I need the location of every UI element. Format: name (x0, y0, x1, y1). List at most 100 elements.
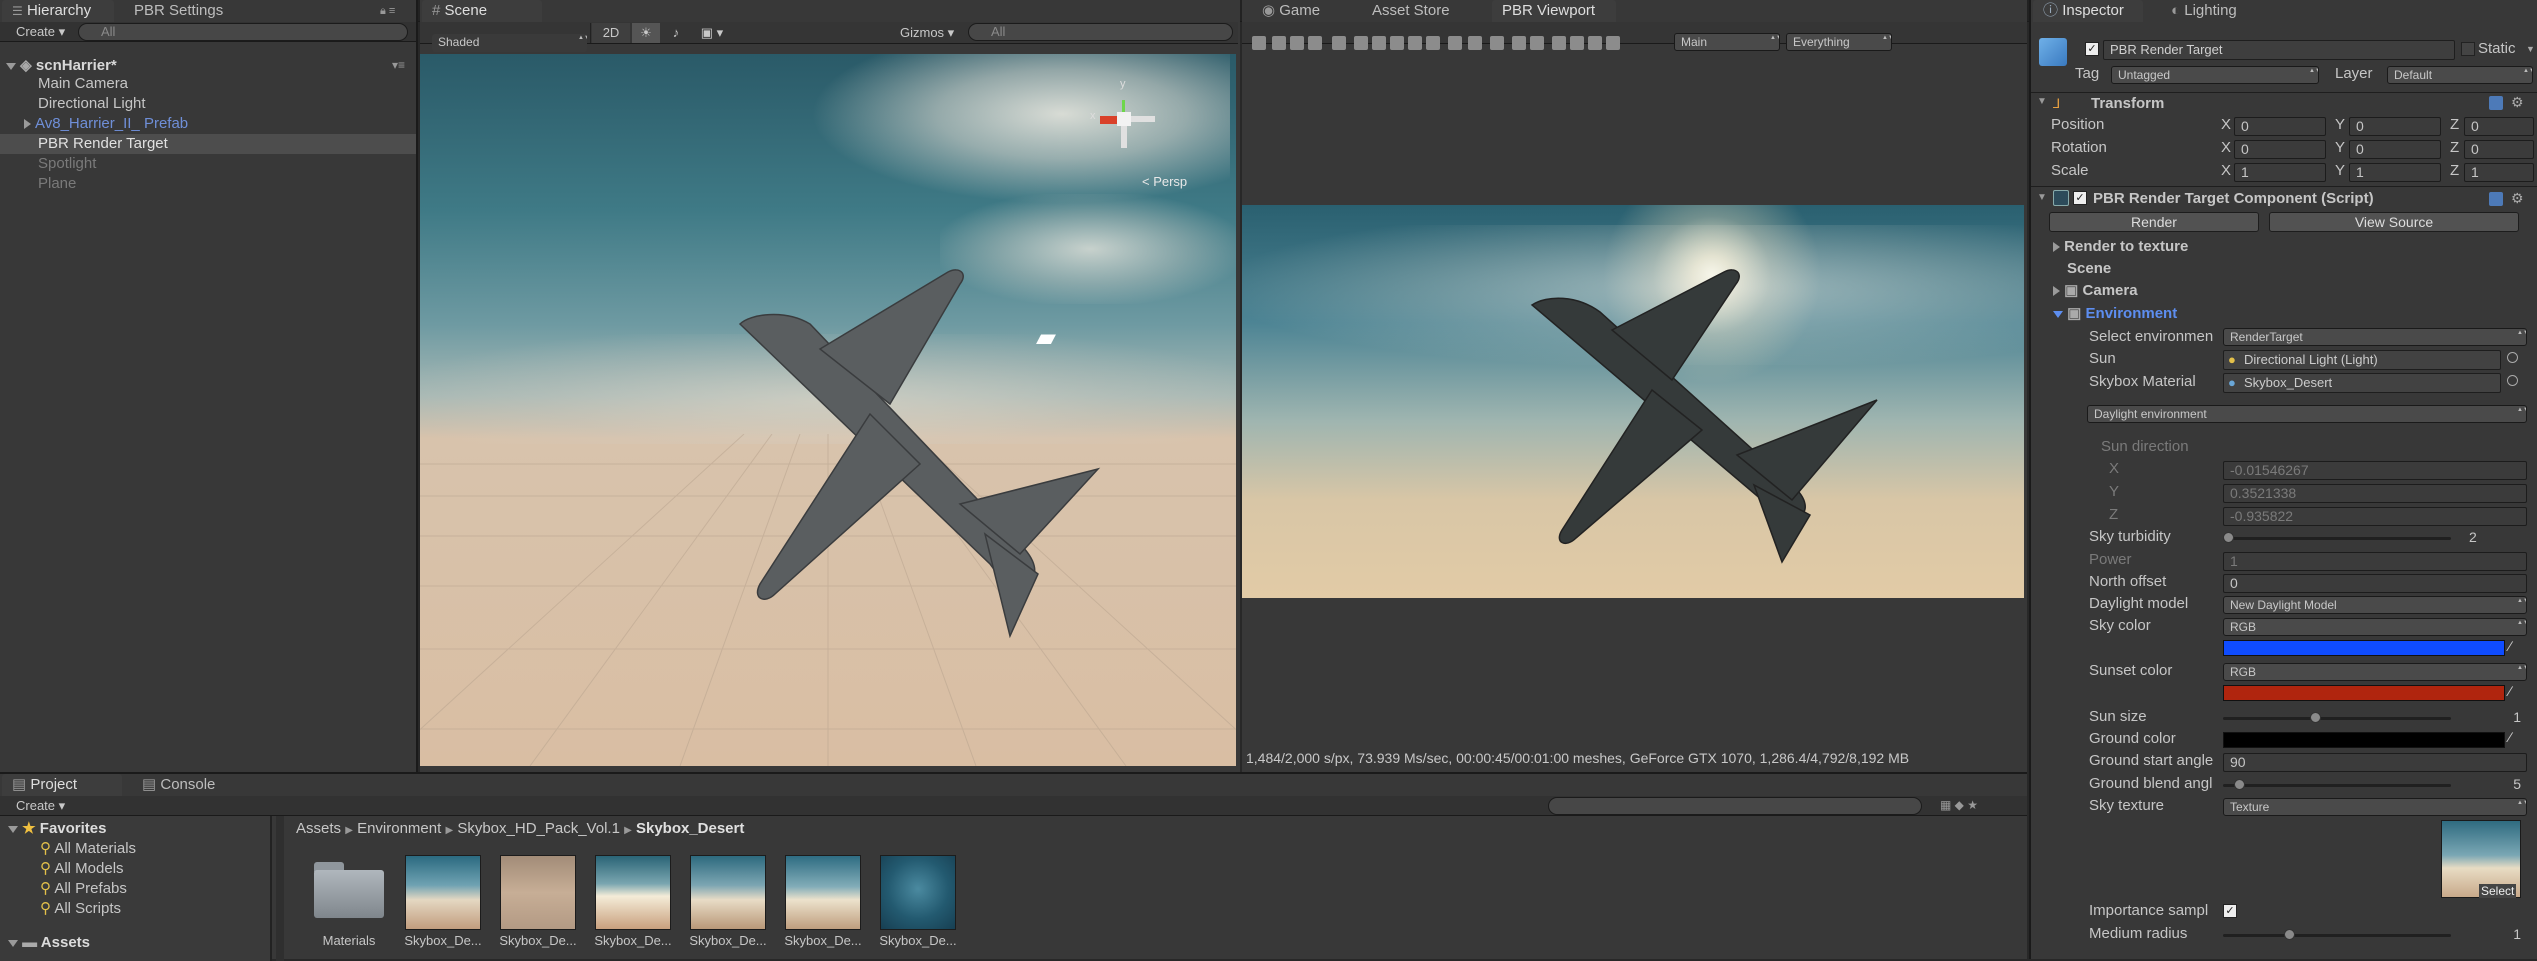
tab-lighting[interactable]: ◐ Lighting (2161, 0, 2247, 22)
tab-asset-store[interactable]: Asset Store (1362, 0, 1460, 22)
breadcrumb-pack[interactable]: Skybox_HD_Pack_Vol.1 (457, 820, 620, 837)
stop-icon[interactable] (1252, 36, 1266, 50)
ground-start-angle-field[interactable]: 90 (2223, 753, 2527, 772)
layer-dropdown[interactable]: Default (2387, 66, 2533, 84)
asset-label[interactable]: Skybox_De... (877, 933, 959, 948)
tab-inspector[interactable]: ⓘ Inspector (2033, 0, 2143, 22)
help-icon[interactable] (2489, 96, 2503, 110)
wrench-icon[interactable] (1606, 36, 1620, 50)
assets-foldout[interactable]: ▬ Assets (8, 932, 90, 954)
north-offset-field[interactable]: 0 (2223, 574, 2527, 593)
object-picker-icon[interactable] (2507, 352, 2518, 363)
asset-label[interactable]: Skybox_De... (592, 933, 674, 948)
render-button[interactable]: Render (2049, 212, 2259, 232)
color-icon[interactable] (1372, 36, 1386, 50)
collapse-icon[interactable]: ▼ (2037, 192, 2047, 203)
rotation-y-field[interactable]: 0 (2349, 140, 2441, 159)
hierarchy-item-directional-light[interactable]: Directional Light (38, 94, 146, 114)
tab-pbr-viewport[interactable]: PBR Viewport (1492, 0, 1616, 22)
2d-toggle[interactable]: 2D (592, 23, 630, 43)
hierarchy-item-plane[interactable]: Plane (38, 174, 76, 194)
scene-viewport[interactable]: y x < Persp ▰ (420, 54, 1236, 766)
folder-icon[interactable] (314, 862, 384, 920)
transform-title[interactable]: Transform (2091, 93, 2164, 115)
scene-search-input[interactable]: All (968, 23, 1233, 41)
ground-blend-value[interactable]: 5 (2463, 776, 2527, 795)
active-checkbox[interactable]: ✓ (2085, 42, 2099, 56)
select-environment-dropdown[interactable]: RenderTarget (2223, 328, 2527, 346)
sun-object-field[interactable]: ● Directional Light (Light) (2223, 350, 2501, 370)
hierarchy-search-input[interactable]: All (78, 23, 408, 41)
hierarchy-item-spotlight[interactable]: Spotlight (38, 154, 96, 174)
camera-gizmo-icon[interactable]: ▰ (1036, 322, 1056, 353)
render-to-texture-foldout[interactable]: Render to texture (2053, 236, 2188, 258)
help-icon[interactable] (2489, 192, 2503, 206)
collapse-icon[interactable]: ▼ (2037, 96, 2047, 107)
medium-radius-slider[interactable] (2223, 934, 2451, 937)
asset-label[interactable]: Skybox_De... (687, 933, 769, 948)
asset-label-materials[interactable]: Materials (308, 933, 390, 948)
position-y-field[interactable]: 0 (2349, 117, 2441, 136)
tab-pbr-settings[interactable]: PBR Settings (124, 0, 233, 22)
gizmo-center-cube[interactable] (1117, 112, 1131, 126)
render-settings-icon[interactable] (1332, 36, 1346, 50)
camera-foldout[interactable]: ▣ Camera (2053, 280, 2138, 302)
ground-blend-knob[interactable] (2233, 779, 2245, 790)
gizmos-dropdown[interactable]: Gizmos ▾ (900, 23, 954, 43)
camera-icon[interactable] (1570, 36, 1584, 50)
hierarchy-item-main-camera[interactable]: Main Camera (38, 74, 128, 94)
scale-y-field[interactable]: 1 (2349, 163, 2441, 182)
scene-root-row[interactable]: ◈ scnHarrier* (6, 56, 117, 76)
scale-x-field[interactable]: 1 (2234, 163, 2326, 182)
tab-console[interactable]: ▤ Console (132, 774, 225, 796)
asset-thumbnail[interactable] (595, 855, 671, 930)
asset-thumbnail[interactable] (880, 855, 956, 930)
brush-icon[interactable] (1490, 36, 1504, 50)
breadcrumb-assets[interactable]: Assets (296, 820, 341, 837)
position-z-field[interactable]: 0 (2464, 117, 2534, 136)
shading-mode-dropdown[interactable]: Shaded (432, 34, 587, 52)
asset-thumbnail[interactable] (785, 855, 861, 930)
object-picker-icon[interactable] (2507, 375, 2518, 386)
layers-select[interactable]: Everything (1786, 33, 1892, 51)
gizmo-neg-z[interactable] (1121, 126, 1127, 148)
tab-project[interactable]: ▤ Project (2, 774, 122, 796)
scene-lighting-icon[interactable]: ☀ (632, 23, 660, 43)
daylight-environment-dropdown[interactable]: Daylight environment (2087, 405, 2527, 423)
sunset-color-swatch[interactable] (2223, 685, 2505, 701)
monitor-icon[interactable] (1552, 36, 1566, 50)
sky-color-swatch[interactable] (2223, 640, 2505, 656)
grid-icon[interactable] (1426, 36, 1440, 50)
asset-thumbnail[interactable] (690, 855, 766, 930)
window-icon[interactable] (1468, 36, 1482, 50)
sky-color-mode-dropdown[interactable]: RGB (2223, 618, 2527, 636)
settings-gear-icon[interactable]: ⚙ (2511, 94, 2524, 111)
sound-icon[interactable] (1408, 36, 1422, 50)
sun-size-slider[interactable] (2223, 717, 2451, 720)
filter-icons[interactable]: ▦ ◆ ★ (1940, 798, 1978, 812)
object-name-field[interactable]: PBR Render Target (2103, 40, 2455, 60)
rotation-x-field[interactable]: 0 (2234, 140, 2326, 159)
skybox-material-field[interactable]: ● Skybox_Desert (2223, 373, 2501, 393)
favorite-all-prefabs[interactable]: ⚲ All Prefabs (40, 878, 127, 900)
breadcrumb-current[interactable]: Skybox_Desert (636, 820, 744, 837)
layers-icon[interactable] (1512, 36, 1526, 50)
eyedropper-icon[interactable]: ∕ (2509, 638, 2511, 654)
gear-icon[interactable] (1588, 36, 1602, 50)
sunset-color-mode-dropdown[interactable]: RGB (2223, 663, 2527, 681)
hierarchy-create-button[interactable]: Create ▾ (16, 22, 65, 42)
persp-label[interactable]: < Persp (1142, 174, 1187, 189)
lock-icon[interactable]: 🔒︎ ≡ (380, 5, 395, 18)
static-checkbox[interactable] (2461, 42, 2475, 56)
view-source-button[interactable]: View Source (2269, 212, 2519, 232)
sky-turbidity-value[interactable]: 2 (2463, 529, 2527, 548)
asset-thumbnail[interactable] (500, 855, 576, 930)
project-create-button[interactable]: Create ▾ (16, 796, 65, 816)
component-enabled-checkbox[interactable]: ✓ (2073, 191, 2087, 205)
component-title[interactable]: PBR Render Target Component (Script) (2093, 188, 2374, 210)
sky-texture-dropdown[interactable]: Texture (2223, 798, 2527, 816)
gizmo-neg-x[interactable] (1131, 116, 1155, 122)
favorite-all-models[interactable]: ⚲ All Models (40, 858, 124, 880)
rotation-z-field[interactable]: 0 (2464, 140, 2534, 159)
texture-select-button[interactable]: Select (2479, 884, 2517, 898)
